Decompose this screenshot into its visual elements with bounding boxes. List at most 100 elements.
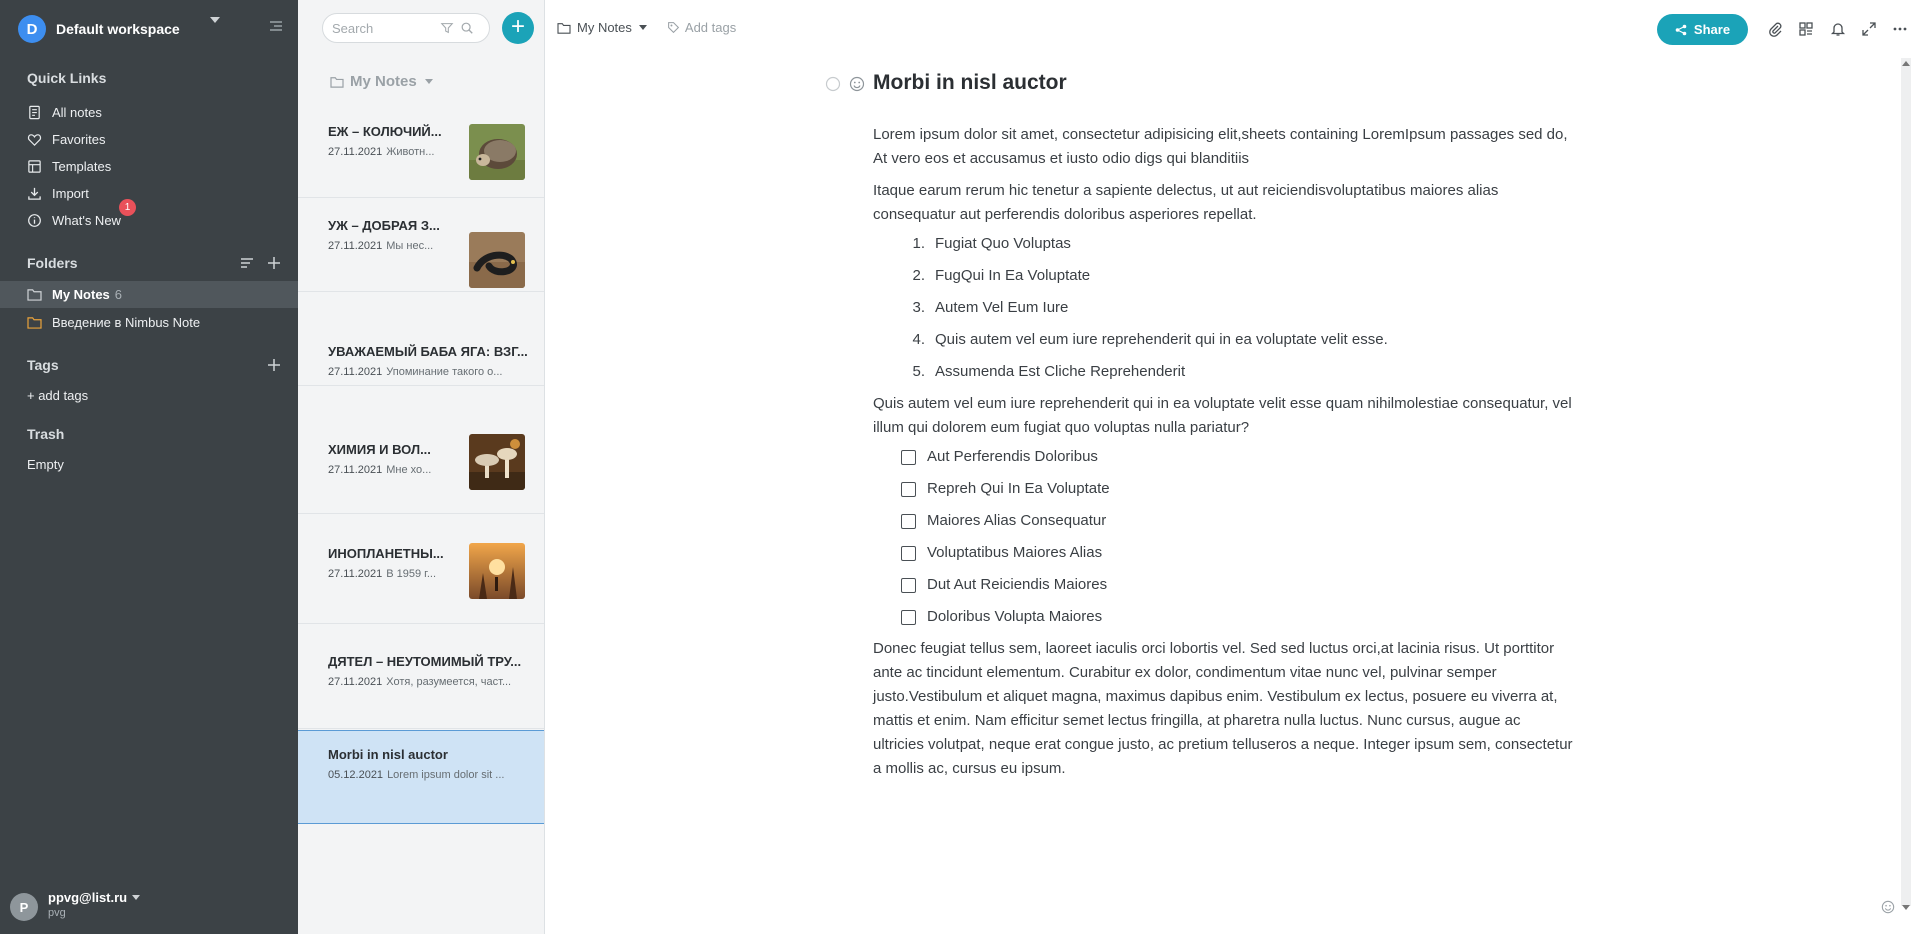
paragraph[interactable]: Itaque earum rerum hic tenetur a sapient… — [873, 179, 1573, 227]
list-folder-selector[interactable]: My Notes — [330, 73, 433, 90]
note-meta: 27.11.2021 Упоминание такого о... — [328, 366, 536, 378]
folder-my-notes[interactable]: My Notes 6 — [0, 281, 298, 308]
avatar: P — [10, 893, 38, 921]
note-list-item[interactable]: ЕЖ – КОЛЮЧИЙ... 27.11.2021 Животн... — [298, 104, 544, 198]
expand-icon[interactable] — [1861, 21, 1877, 37]
scroll-down-arrow-icon[interactable] — [1902, 905, 1910, 910]
add-tag-icon[interactable] — [266, 357, 282, 373]
user-menu[interactable]: P ppvg@list.ru pvg — [10, 890, 140, 921]
notification-badge: 1 — [119, 199, 136, 216]
checklist-item[interactable]: Maiores Alias Consequatur — [901, 510, 1106, 532]
more-options-icon[interactable] — [1892, 21, 1908, 37]
list-item-text: FugQui In Ea Voluptate — [935, 267, 1091, 284]
heart-icon — [27, 133, 42, 146]
note-list-item-selected[interactable]: Morbi in nisl auctor 05.12.2021 Lorem ips… — [298, 730, 544, 824]
nav-label: Favorites — [52, 131, 106, 147]
page-title[interactable]: Morbi in nisl auctor — [873, 71, 1067, 95]
note-thumbnail-sunset — [469, 543, 525, 599]
checkbox[interactable] — [901, 481, 916, 497]
note-list-item[interactable]: УВАЖАЕМЫЙ БАБА ЯГА: ВЗГ... 27.11.2021 Упо… — [298, 292, 544, 386]
note-title: ЕЖ – КОЛЮЧИЙ... — [328, 124, 442, 139]
note-date: 27.11.2021 — [328, 464, 383, 476]
nav-all-notes[interactable]: All notes — [27, 100, 102, 124]
search-icon[interactable] — [460, 21, 474, 35]
nav-label: Import — [52, 185, 89, 201]
add-folder-icon[interactable] — [266, 255, 282, 271]
nav-whats-new[interactable]: What's New — [27, 208, 121, 232]
folder-nimbus-intro[interactable]: Введение в Nimbus Note — [0, 309, 298, 336]
notes-list-panel: + My Notes ЕЖ – КОЛЮЧИЙ... 27.11.2021Жив… — [298, 0, 545, 934]
add-note-button[interactable]: + — [502, 12, 534, 44]
checklist-item[interactable]: Repreh Qui In Ea Voluptate — [901, 478, 1110, 500]
tag-icon — [668, 22, 680, 34]
checklist-item[interactable]: Aut Perferendis Doloribus — [901, 446, 1098, 468]
ordered-list-item[interactable]: 3. Autem Vel Eum Iure — [893, 297, 1068, 319]
search-box[interactable] — [322, 13, 490, 43]
chevron-down-icon[interactable] — [210, 17, 220, 23]
add-tags-label: Add tags — [684, 20, 737, 35]
share-button[interactable]: Share — [1657, 14, 1748, 45]
ordered-list-item[interactable]: 5. Assumenda Est Cliche Reprehenderit — [893, 361, 1185, 383]
add-tags-button[interactable]: Add tags — [667, 20, 736, 35]
note-preview: Мне хо... — [386, 464, 432, 476]
checkbox[interactable] — [901, 609, 916, 625]
workspace-name: Default workspace — [56, 21, 180, 37]
checkbox[interactable] — [901, 513, 916, 529]
download-icon — [28, 187, 41, 200]
note-preview: Хотя, разумеется, част... — [386, 676, 512, 688]
checkbox[interactable] — [901, 449, 916, 465]
checklist-text: Repreh Qui In Ea Voluptate — [927, 480, 1110, 497]
nav-import[interactable]: Import — [27, 181, 89, 205]
paragraph[interactable]: Donec feugiat tellus sem, laoreet iaculi… — [873, 637, 1573, 781]
widgets-icon[interactable] — [1798, 21, 1814, 37]
checkbox[interactable] — [901, 577, 916, 593]
note-list-item[interactable]: ДЯТЕЛ – НЕУТОМИМЫЙ ТРУ... 27.11.2021 Хотя… — [298, 635, 544, 729]
checklist-item[interactable]: Dut Aut Reiciendis Maiores — [901, 574, 1107, 596]
note-list-item[interactable]: ХИМИЯ И ВОЛ... 27.11.2021 Мне хо... — [298, 420, 544, 514]
nav-favorites[interactable]: Favorites — [27, 127, 105, 151]
ordered-list-item[interactable]: 1. Fugiat Quo Voluptas — [893, 233, 1070, 255]
user-info: ppvg@list.ru pvg — [48, 890, 140, 919]
collapse-sidebar-icon[interactable] — [268, 18, 284, 34]
checkbox[interactable] — [901, 545, 916, 561]
note-title: Morbi in nisl auctor — [328, 747, 448, 762]
checklist-text: Doloribus Volupta Maiores — [927, 608, 1103, 625]
trash-title[interactable]: Trash — [27, 426, 64, 442]
emoji-icon[interactable] — [849, 76, 865, 92]
chevron-down-icon[interactable] — [638, 25, 647, 30]
note-meta: 05.12.2021 Lorem ipsum dolor sit ... — [328, 769, 536, 781]
breadcrumb[interactable]: My Notes — [577, 20, 632, 35]
search-input[interactable] — [332, 20, 432, 36]
note-list-item[interactable]: ИНОПЛАНЕТНЫ... 27.11.2021 В 1959 г... — [298, 530, 544, 624]
sort-icon[interactable] — [239, 255, 255, 271]
note-meta: 27.11.2021 В 1959 г... — [328, 568, 452, 580]
bell-icon[interactable] — [1830, 21, 1846, 37]
quick-links-title: Quick Links — [27, 70, 107, 86]
list-item-text: Quis autem vel eum iure reprehenderit qu… — [935, 331, 1388, 348]
list-item-text: Autem Vel Eum Iure — [935, 299, 1069, 316]
emoji-feedback-icon[interactable] — [1881, 900, 1895, 914]
scrollbar[interactable] — [1901, 58, 1911, 906]
filter-icon[interactable] — [440, 21, 454, 35]
paragraph[interactable]: Lorem ipsum dolor sit amet, consectetur … — [873, 123, 1573, 171]
paragraph[interactable]: Quis autem vel eum iure reprehenderit qu… — [873, 392, 1573, 440]
attachment-icon[interactable] — [1767, 21, 1783, 37]
checklist-item[interactable]: Doloribus Volupta Maiores — [901, 606, 1102, 628]
workspace-switcher[interactable]: D Default workspace — [18, 14, 180, 44]
status-circle-icon[interactable] — [825, 76, 841, 92]
checklist-item[interactable]: Voluptatibus Maiores Alias — [901, 542, 1102, 564]
note-thumbnail-mushrooms — [469, 434, 525, 490]
nav-templates[interactable]: Templates — [27, 154, 111, 178]
note-list-item[interactable]: УЖ – ДОБРАЯ З... 27.11.2021 Мы нес... — [298, 198, 544, 292]
scroll-up-arrow-icon[interactable] — [1902, 61, 1910, 66]
note-date: 27.11.2021 — [328, 240, 383, 252]
ordered-list-item[interactable]: 4. Quis autem vel eum iure reprehenderit … — [893, 329, 1388, 351]
note-meta: 27.11.2021 Хотя, разумеется, част... — [328, 676, 536, 688]
checklist-text: Maiores Alias Consequatur — [927, 512, 1107, 529]
note-thumbnail-snake — [469, 232, 525, 288]
list-folder-label: My Notes — [350, 73, 417, 90]
add-tags-link[interactable]: + add tags — [27, 383, 88, 407]
ordered-list-item[interactable]: 2. FugQui In Ea Voluptate — [893, 265, 1090, 287]
note-preview: Животн... — [386, 146, 435, 158]
note-meta: 27.11.2021 Мне хо... — [328, 464, 452, 476]
